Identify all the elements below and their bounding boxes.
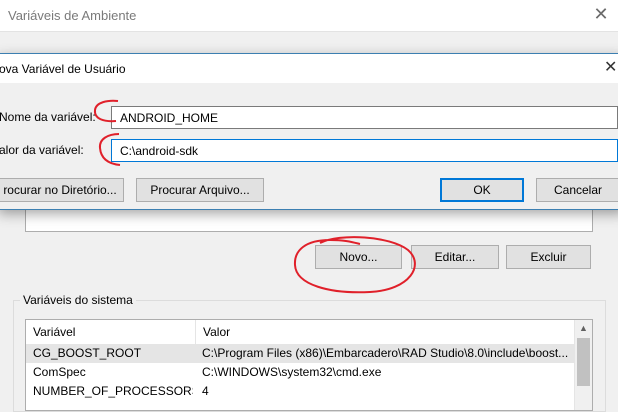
system-variables-list[interactable]: Variável Valor CG_BOOST_ROOT C:\Program … — [25, 319, 593, 411]
table-row[interactable]: NUMBER_OF_PROCESSORS 4 — [26, 382, 574, 401]
close-icon[interactable]: ✕ — [592, 4, 610, 24]
column-header-variable[interactable]: Variável — [26, 320, 196, 344]
new-variable-button[interactable]: Novo... — [315, 245, 402, 269]
variable-value-label: alor da variável: — [0, 143, 84, 157]
browse-file-button[interactable]: Procurar Arquivo... — [136, 178, 264, 202]
delete-variable-button[interactable]: Excluir — [506, 245, 591, 269]
close-icon[interactable]: ✕ — [604, 58, 617, 78]
row-value: C:\WINDOWS\system32\cmd.exe — [202, 365, 382, 379]
browse-directory-button[interactable]: rocurar no Diretório... — [0, 178, 124, 202]
scrollbar-thumb[interactable] — [577, 338, 590, 386]
cancel-button[interactable]: Cancelar — [536, 178, 618, 202]
variable-name-input[interactable] — [111, 106, 618, 129]
system-variables-label: Variáveis do sistema — [20, 293, 136, 307]
chevron-up-icon[interactable]: ▲ — [575, 320, 592, 337]
env-window-titlebar: Variáveis de Ambiente ✕ — [0, 0, 618, 32]
row-name: ComSpec — [33, 365, 86, 379]
dialog-titlebar: ova Variável de Usuário ✕ — [0, 54, 618, 83]
vertical-scrollbar[interactable]: ▲ — [574, 320, 592, 410]
column-header-value[interactable]: Valor — [196, 320, 574, 344]
ok-button[interactable]: OK — [440, 178, 524, 202]
row-value: C:\Program Files (x86)\Embarcadero\RAD S… — [202, 346, 569, 360]
env-window-title: Variáveis de Ambiente — [8, 8, 137, 23]
row-name: NUMBER_OF_PROCESSORS — [33, 384, 193, 398]
new-user-variable-dialog: ova Variável de Usuário ✕ Nome da variáv… — [0, 53, 618, 210]
dialog-title: ova Variável de Usuário — [0, 62, 126, 76]
table-row[interactable]: CG_BOOST_ROOT C:\Program Files (x86)\Emb… — [26, 344, 574, 363]
table-row[interactable]: ComSpec C:\WINDOWS\system32\cmd.exe — [26, 363, 574, 382]
variable-value-input[interactable] — [111, 139, 618, 162]
edit-variable-button[interactable]: Editar... — [411, 245, 499, 269]
row-value: 4 — [202, 384, 209, 398]
row-name: CG_BOOST_ROOT — [33, 346, 142, 360]
variable-name-label: Nome da variável: — [0, 110, 96, 124]
